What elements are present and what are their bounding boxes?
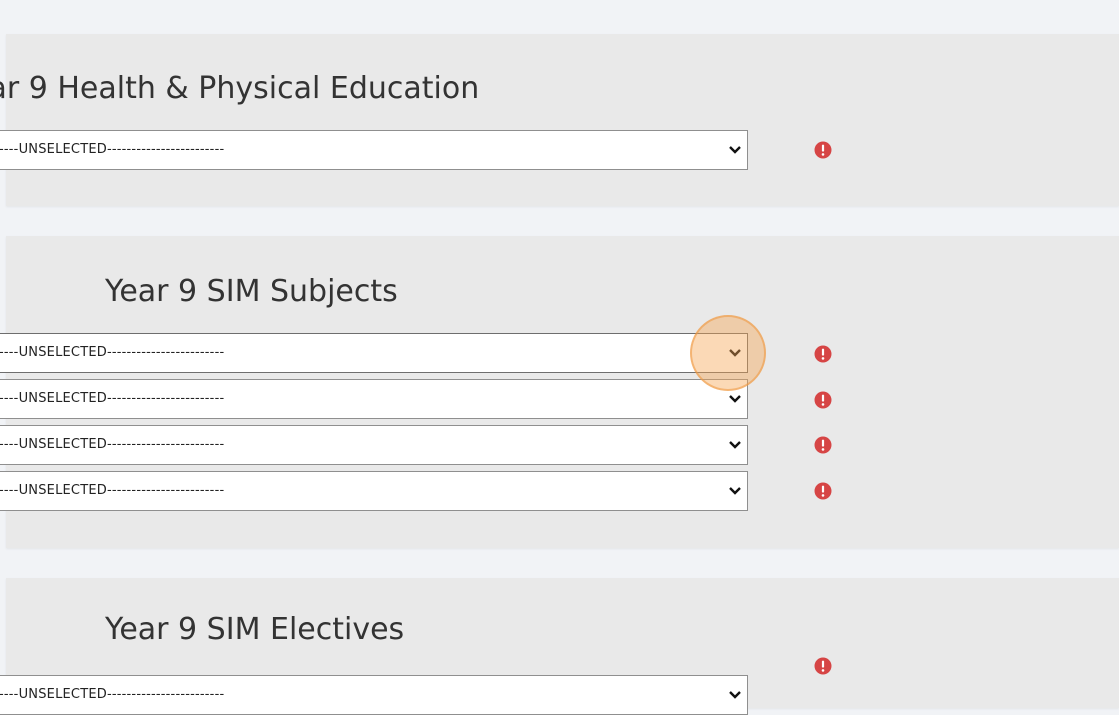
- chevron-down-icon: [729, 441, 741, 449]
- chevron-down-icon: [729, 349, 741, 357]
- select-value: ----UNSELECTED------------------------: [0, 687, 225, 702]
- select-value: ----UNSELECTED------------------------: [0, 142, 225, 157]
- section-health-physical-education: ear 9 Health & Physical Education ----UN…: [0, 34, 1119, 206]
- chevron-down-icon: [729, 395, 741, 403]
- chevron-down-icon: [729, 691, 741, 699]
- error-icon: [814, 345, 832, 363]
- subject-select[interactable]: ----UNSELECTED------------------------: [0, 333, 748, 373]
- error-icon: [814, 436, 832, 454]
- select-value: ----UNSELECTED------------------------: [0, 483, 225, 498]
- section-title: Year 9 SIM Subjects: [105, 274, 398, 309]
- subject-select[interactable]: ----UNSELECTED------------------------: [0, 425, 748, 465]
- select-value: ----UNSELECTED------------------------: [0, 391, 225, 406]
- subject-select[interactable]: ----UNSELECTED------------------------: [0, 379, 748, 419]
- section-sim-subjects: Year 9 SIM Subjects ----UNSELECTED------…: [0, 236, 1119, 548]
- error-icon: [814, 391, 832, 409]
- error-icon: [814, 141, 832, 159]
- subject-select[interactable]: ----UNSELECTED------------------------: [0, 471, 748, 511]
- error-icon: [814, 657, 832, 675]
- chevron-down-icon: [729, 487, 741, 495]
- section-title: ear 9 Health & Physical Education: [0, 71, 480, 106]
- subject-select[interactable]: ----UNSELECTED------------------------: [0, 675, 748, 715]
- section-sim-electives: Year 9 SIM Electives ----UNSELECTED-----…: [0, 578, 1119, 715]
- section-title: Year 9 SIM Electives: [105, 612, 405, 647]
- chevron-down-icon: [729, 146, 741, 154]
- subject-select[interactable]: ----UNSELECTED------------------------: [0, 130, 748, 170]
- select-value: ----UNSELECTED------------------------: [0, 345, 225, 360]
- error-icon: [814, 482, 832, 500]
- select-value: ----UNSELECTED------------------------: [0, 437, 225, 452]
